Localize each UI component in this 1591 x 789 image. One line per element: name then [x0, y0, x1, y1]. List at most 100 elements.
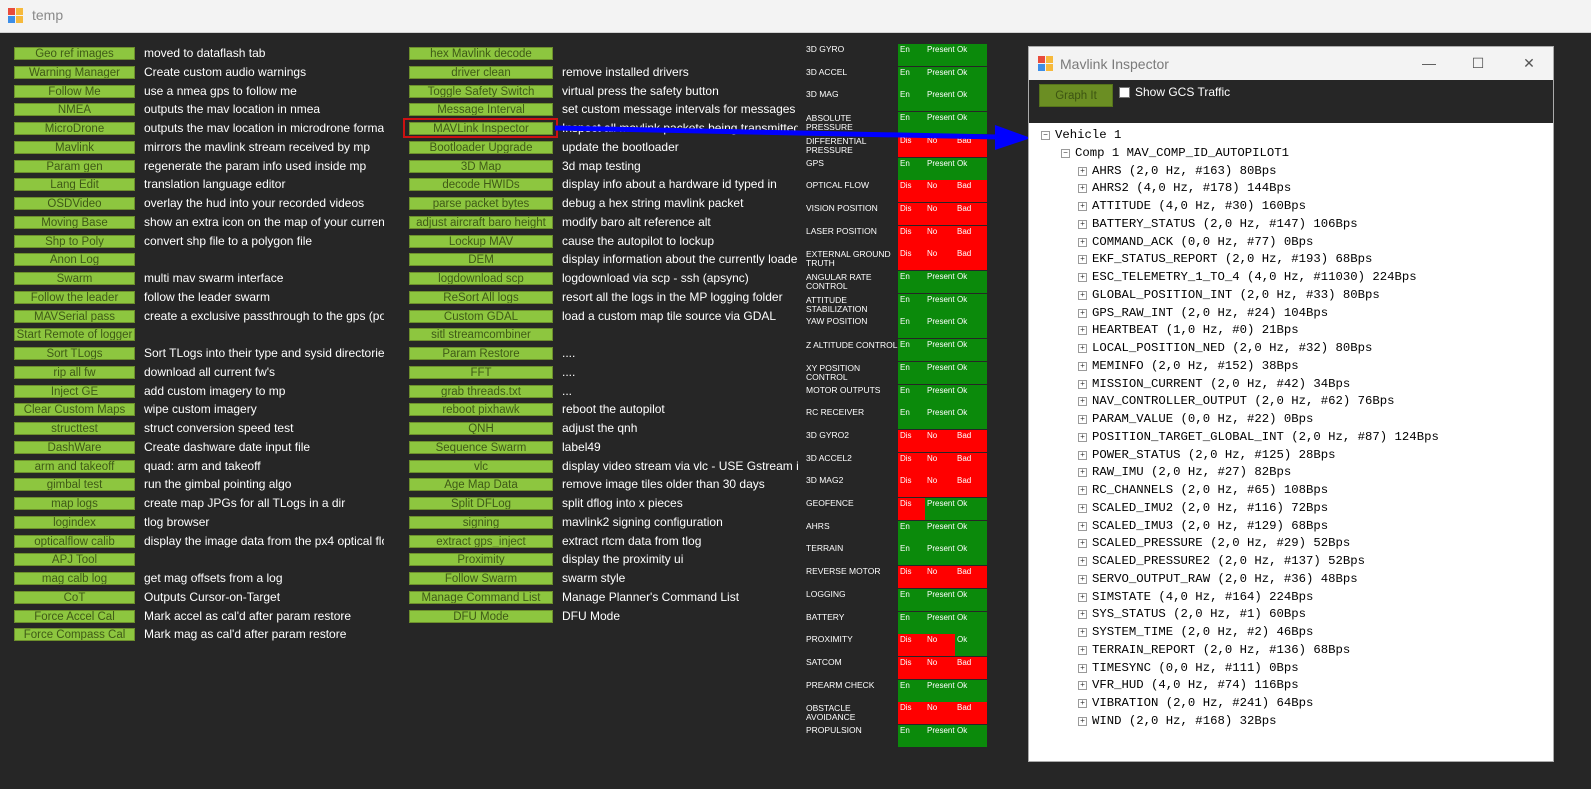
- tree-node-message[interactable]: SCALED_IMU2 (2,0 Hz, #116) 72Bps: [1092, 500, 1328, 516]
- sort-tlogs-button[interactable]: Sort TLogs: [14, 347, 135, 360]
- tree-node-message[interactable]: RAW_IMU (2,0 Hz, #27) 82Bps: [1092, 464, 1291, 480]
- tree-node-message[interactable]: VIBRATION (2,0 Hz, #241) 64Bps: [1092, 695, 1313, 711]
- tree-node-message[interactable]: SYS_STATUS (2,0 Hz, #1) 60Bps: [1092, 606, 1306, 622]
- shp-to-poly-button[interactable]: Shp to Poly: [14, 235, 135, 248]
- tree-node-component[interactable]: Comp 1 MAV_COMP_ID_AUTOPILOT1: [1075, 145, 1289, 161]
- follow-me-button[interactable]: Follow Me: [14, 85, 135, 98]
- cot-button[interactable]: CoT: [14, 591, 135, 604]
- maximize-icon[interactable]: ☐: [1464, 53, 1492, 73]
- expand-icon[interactable]: +: [1078, 699, 1087, 708]
- graph-it-button[interactable]: Graph It: [1039, 84, 1113, 107]
- expand-icon[interactable]: +: [1078, 681, 1087, 690]
- grab-threads-txt-button[interactable]: grab threads.txt: [409, 385, 553, 398]
- tree-node-message[interactable]: SCALED_IMU3 (2,0 Hz, #129) 68Bps: [1092, 518, 1328, 534]
- tree-node-message[interactable]: BATTERY_STATUS (2,0 Hz, #147) 106Bps: [1092, 216, 1358, 232]
- tree-node-message[interactable]: AHRS2 (4,0 Hz, #178) 144Bps: [1092, 180, 1291, 196]
- age-map-data-button[interactable]: Age Map Data: [409, 478, 553, 491]
- apj-tool-button[interactable]: APJ Tool: [14, 553, 135, 566]
- driver-clean-button[interactable]: driver clean: [409, 66, 553, 79]
- collapse-icon[interactable]: −: [1041, 131, 1050, 140]
- microdrone-button[interactable]: MicroDrone: [14, 122, 135, 135]
- rip-all-fw-button[interactable]: rip all fw: [14, 366, 135, 379]
- dfu-mode-button[interactable]: DFU Mode: [409, 610, 553, 623]
- sitl-streamcombiner-button[interactable]: sitl streamcombiner: [409, 328, 553, 341]
- parse-packet-bytes-button[interactable]: parse packet bytes: [409, 197, 553, 210]
- geo-ref-images-button[interactable]: Geo ref images: [14, 47, 135, 60]
- tree-node-message[interactable]: RC_CHANNELS (2,0 Hz, #65) 108Bps: [1092, 482, 1328, 498]
- custom-gdal-button[interactable]: Custom GDAL: [409, 310, 553, 323]
- expand-icon[interactable]: +: [1078, 539, 1087, 548]
- expand-icon[interactable]: +: [1078, 717, 1087, 726]
- tree-node-vehicle[interactable]: Vehicle 1: [1055, 127, 1121, 143]
- nmea-button[interactable]: NMEA: [14, 103, 135, 116]
- expand-icon[interactable]: +: [1078, 397, 1087, 406]
- mavlink-button[interactable]: Mavlink: [14, 141, 135, 154]
- dem-button[interactable]: DEM: [409, 253, 553, 266]
- expand-icon[interactable]: +: [1078, 468, 1087, 477]
- tree-node-message[interactable]: HEARTBEAT (1,0 Hz, #0) 21Bps: [1092, 322, 1299, 338]
- split-dflog-button[interactable]: Split DFLog: [409, 497, 553, 510]
- decode-hwids-button[interactable]: decode HWIDs: [409, 178, 553, 191]
- tree-node-message[interactable]: POSITION_TARGET_GLOBAL_INT (2,0 Hz, #87)…: [1092, 429, 1439, 445]
- expand-icon[interactable]: +: [1078, 184, 1087, 193]
- expand-icon[interactable]: +: [1078, 415, 1087, 424]
- swarm-button[interactable]: Swarm: [14, 272, 135, 285]
- hex-mavlink-decode-button[interactable]: hex Mavlink decode: [409, 47, 553, 60]
- tree-node-message[interactable]: POWER_STATUS (2,0 Hz, #125) 28Bps: [1092, 447, 1336, 463]
- lockup-mav-button[interactable]: Lockup MAV: [409, 235, 553, 248]
- clear-custom-maps-button[interactable]: Clear Custom Maps: [14, 403, 135, 416]
- logdownload-scp-button[interactable]: logdownload scp: [409, 272, 553, 285]
- vlc-button[interactable]: vlc: [409, 460, 553, 473]
- manage-command-list-button[interactable]: Manage Command List: [409, 591, 553, 604]
- tree-node-message[interactable]: GLOBAL_POSITION_INT (2,0 Hz, #33) 80Bps: [1092, 287, 1380, 303]
- sequence-swarm-button[interactable]: Sequence Swarm: [409, 441, 553, 454]
- expand-icon[interactable]: +: [1078, 362, 1087, 371]
- tree-node-message[interactable]: SCALED_PRESSURE (2,0 Hz, #29) 52Bps: [1092, 535, 1350, 551]
- tree-node-message[interactable]: SERVO_OUTPUT_RAW (2,0 Hz, #36) 48Bps: [1092, 571, 1358, 587]
- expand-icon[interactable]: +: [1078, 326, 1087, 335]
- expand-icon[interactable]: +: [1078, 380, 1087, 389]
- adjust-aircraft-baro-height-button[interactable]: adjust aircraft baro height: [409, 216, 553, 229]
- qnh-button[interactable]: QNH: [409, 422, 553, 435]
- tree-node-message[interactable]: SIMSTATE (4,0 Hz, #164) 224Bps: [1092, 589, 1313, 605]
- expand-icon[interactable]: +: [1078, 202, 1087, 211]
- tree-node-message[interactable]: COMMAND_ACK (0,0 Hz, #77) 0Bps: [1092, 234, 1313, 250]
- mavserial-pass-button[interactable]: MAVSerial pass: [14, 310, 135, 323]
- tree-node-message[interactable]: SYSTEM_TIME (2,0 Hz, #2) 46Bps: [1092, 624, 1313, 640]
- tree-node-message[interactable]: MISSION_CURRENT (2,0 Hz, #42) 34Bps: [1092, 376, 1350, 392]
- tree-node-message[interactable]: ATTITUDE (4,0 Hz, #30) 160Bps: [1092, 198, 1306, 214]
- gimbal-test-button[interactable]: gimbal test: [14, 478, 135, 491]
- force-compass-cal-button[interactable]: Force Compass Cal: [14, 628, 135, 641]
- expand-icon[interactable]: +: [1078, 273, 1087, 282]
- param-gen-button[interactable]: Param gen: [14, 160, 135, 173]
- expand-icon[interactable]: +: [1078, 593, 1087, 602]
- force-accel-cal-button[interactable]: Force Accel Cal: [14, 610, 135, 623]
- expand-icon[interactable]: +: [1078, 610, 1087, 619]
- message-interval-button[interactable]: Message Interval: [409, 103, 553, 116]
- toggle-safety-switch-button[interactable]: Toggle Safety Switch: [409, 85, 553, 98]
- expand-icon[interactable]: +: [1078, 628, 1087, 637]
- moving-base-button[interactable]: Moving Base: [14, 216, 135, 229]
- expand-icon[interactable]: +: [1078, 255, 1087, 264]
- inject-ge-button[interactable]: Inject GE: [14, 385, 135, 398]
- expand-icon[interactable]: +: [1078, 451, 1087, 460]
- expand-icon[interactable]: +: [1078, 504, 1087, 513]
- expand-icon[interactable]: +: [1078, 309, 1087, 318]
- tree-node-message[interactable]: EKF_STATUS_REPORT (2,0 Hz, #193) 68Bps: [1092, 251, 1372, 267]
- tree-node-message[interactable]: WIND (2,0 Hz, #168) 32Bps: [1092, 713, 1276, 729]
- lang-edit-button[interactable]: Lang Edit: [14, 178, 135, 191]
- param-restore-button[interactable]: Param Restore: [409, 347, 553, 360]
- mag-calb-log-button[interactable]: mag calb log: [14, 572, 135, 585]
- reboot-pixhawk-button[interactable]: reboot pixhawk: [409, 403, 553, 416]
- proximity-button[interactable]: Proximity: [409, 553, 553, 566]
- expand-icon[interactable]: +: [1078, 522, 1087, 531]
- expand-icon[interactable]: +: [1078, 238, 1087, 247]
- opticalflow-calib-button[interactable]: opticalflow calib: [14, 535, 135, 548]
- follow-swarm-button[interactable]: Follow Swarm: [409, 572, 553, 585]
- tree-node-message[interactable]: SCALED_PRESSURE2 (2,0 Hz, #137) 52Bps: [1092, 553, 1365, 569]
- collapse-icon[interactable]: −: [1061, 148, 1070, 158]
- signing-button[interactable]: signing: [409, 516, 553, 529]
- start-remote-of-logger-button[interactable]: Start Remote of logger: [14, 328, 135, 341]
- expand-icon[interactable]: +: [1078, 220, 1087, 229]
- minimize-icon[interactable]: —: [1415, 53, 1443, 73]
